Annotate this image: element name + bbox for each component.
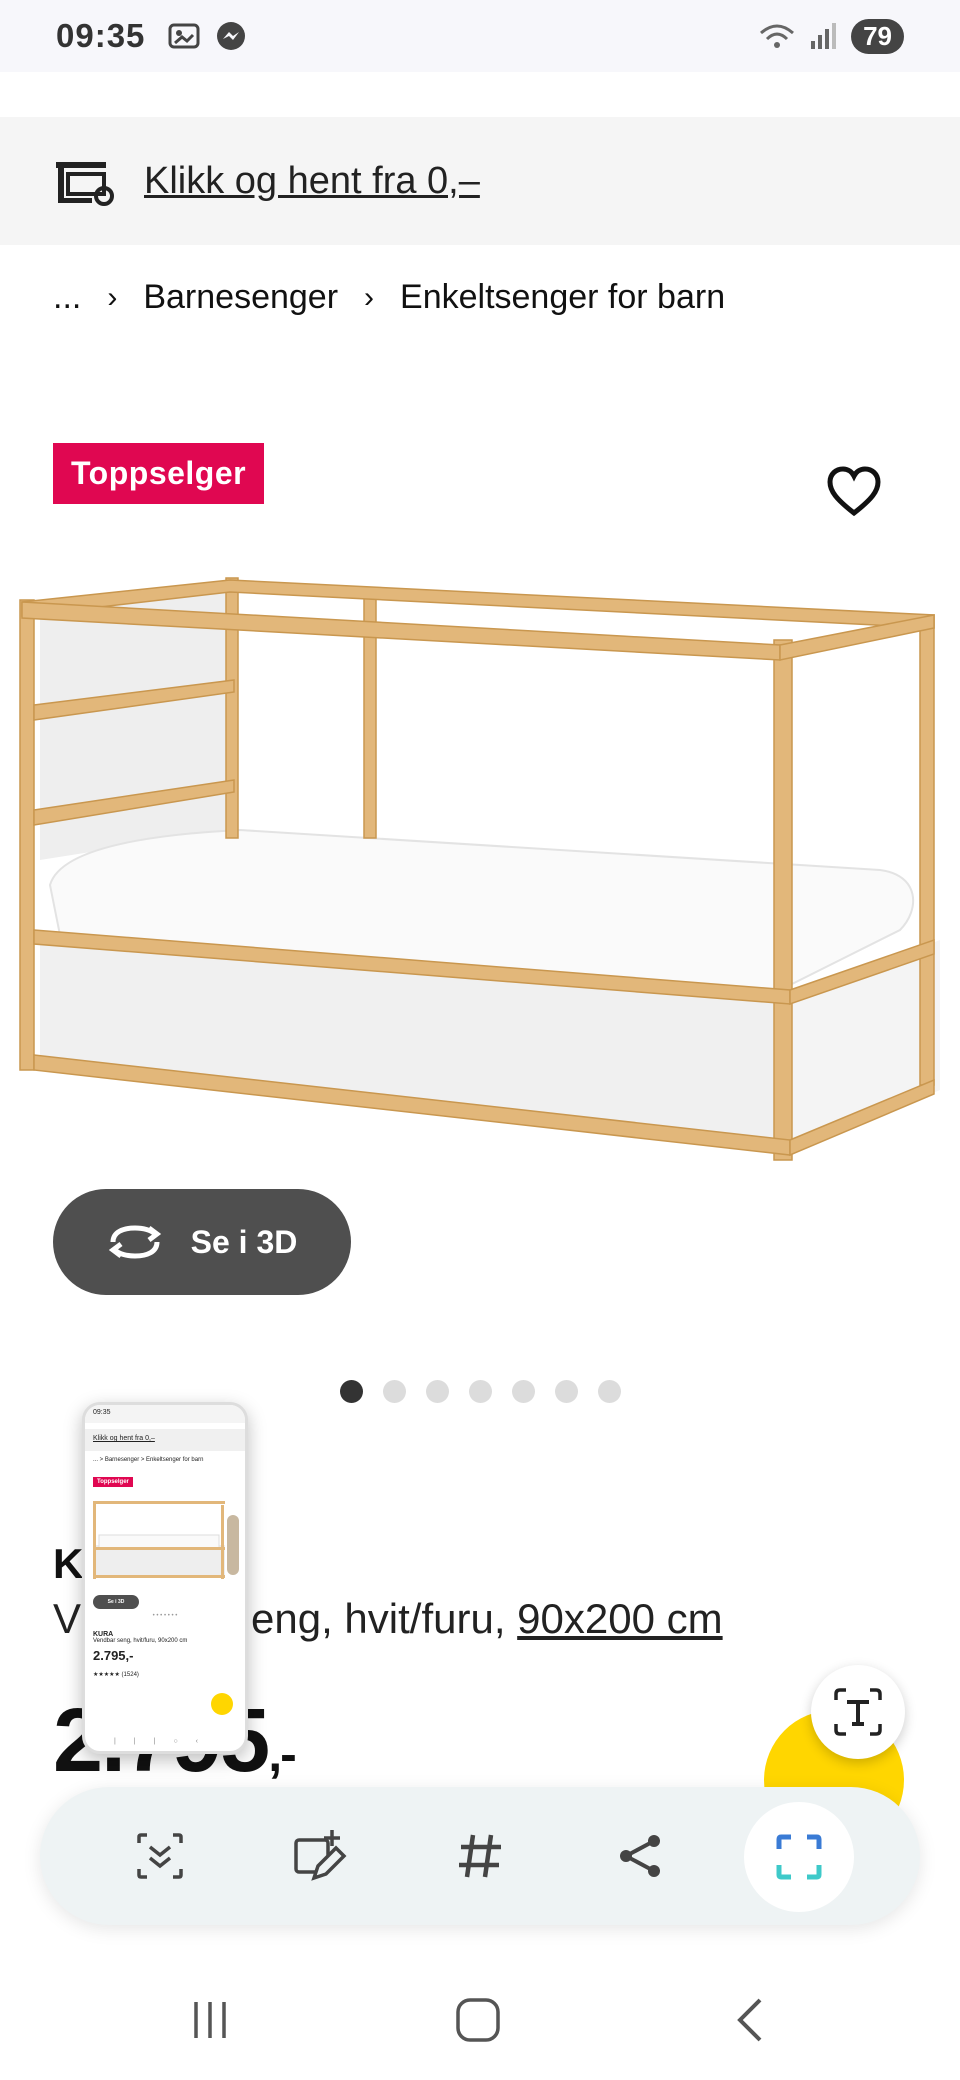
home-icon [456,1998,500,2042]
draw-button[interactable] [280,1816,360,1896]
breadcrumb-barnesenger[interactable]: Barnesenger [143,278,338,317]
thumbnail-badge: Toppselger [93,1477,133,1487]
click-collect-banner[interactable]: Klikk og hent fra 0,– [0,117,960,245]
smart-select-icon [776,1834,822,1880]
rotate-3d-icon [108,1225,161,1259]
thumbnail-status: 09:35 [85,1405,245,1423]
carousel-dots [340,1380,621,1403]
wifi-icon [760,24,795,48]
breadcrumb-enkeltsenger[interactable]: Enkeltsenger for barn [400,278,725,317]
system-navbar [0,1960,960,2080]
breadcrumb-ellipsis[interactable]: ... [53,278,81,317]
tag-button[interactable] [440,1816,520,1896]
thumbnail-chat-icon [211,1693,233,1715]
favorite-button[interactable] [826,465,882,521]
view-3d-button[interactable]: Se i 3D [53,1189,351,1295]
product-image[interactable] [0,560,960,1180]
scroll-capture-icon [137,1833,183,1879]
product-size-link[interactable]: 90x200 cm [517,1595,722,1642]
thumbnail-rating: ★★★★★ (1524) [93,1672,139,1678]
thumbnail-price: 2.795,- [93,1648,134,1663]
screenshot-toolbar [40,1787,920,1925]
recent-apps-icon [194,2002,226,2038]
top-seller-badge: Toppselger [53,443,265,504]
click-collect-link[interactable]: Klikk og hent fra 0,– [144,160,480,203]
thumbnail-breadcrumb: ... > Barnesenger > Enkeltsenger for bar… [93,1457,204,1463]
thumbnail-name: KURA [93,1631,114,1638]
text-scan-icon [834,1688,882,1736]
price-suffix: ,- [268,1726,297,1782]
carousel-dot[interactable] [426,1380,449,1403]
draw-edit-icon [294,1830,347,1881]
view-3d-label: Se i 3D [190,1223,298,1260]
thumbnail-banner: Klikk og hent fra 0,– [85,1429,245,1451]
thumbnail-navbar: |||○‹ [113,1738,216,1745]
back-button[interactable] [720,1990,780,2050]
status-notification-icons [167,20,247,52]
tag-hash-icon [459,1834,501,1878]
carousel-dot[interactable] [383,1380,406,1403]
heart-icon [827,466,881,517]
thumbnail-3d-button: Se i 3D [93,1595,139,1609]
home-button[interactable] [448,1990,508,2050]
product-desc-middle: eng, hvit/furu, [251,1595,518,1642]
status-time: 09:35 [56,17,146,54]
carousel-dot[interactable] [512,1380,535,1403]
chevron-right-icon: › [107,280,118,314]
messenger-icon [217,22,246,50]
carousel-dot[interactable] [340,1380,363,1403]
chevron-right-icon: › [364,280,375,314]
share-button[interactable] [600,1816,680,1896]
battery-indicator: 79 [851,18,904,54]
thumbnail-info: KURA Vendbar seng, hvit/furu, 90x200 cm … [85,1619,245,1678]
recent-apps-button[interactable] [180,1990,240,2050]
carousel-dot[interactable] [469,1380,492,1403]
carousel-dot[interactable] [555,1380,578,1403]
bed-illustration [19,577,940,1161]
smart-select-button[interactable] [744,1802,854,1912]
scroll-capture-button[interactable] [120,1816,200,1896]
thumbnail-product-image [91,1495,239,1587]
breadcrumb: ... › Barnesenger › Enkeltsenger for bar… [53,278,725,317]
product-desc-prefix: V [53,1595,82,1642]
gallery-notification-icon [168,23,200,49]
thumbnail-desc: Vendbar seng, hvit/furu, 90x200 cm [93,1638,188,1644]
status-bar: 09:35 79 [0,0,960,72]
share-icon [620,1835,660,1877]
back-icon [737,1998,762,2042]
carousel-dot[interactable] [598,1380,621,1403]
product-name: K [53,1540,84,1587]
store-pickup-icon [56,162,114,206]
screenshot-thumbnail[interactable]: 09:35 Klikk og hent fra 0,– ... > Barnes… [82,1402,248,1754]
signal-icon [811,23,837,49]
extract-text-button[interactable] [811,1665,905,1759]
